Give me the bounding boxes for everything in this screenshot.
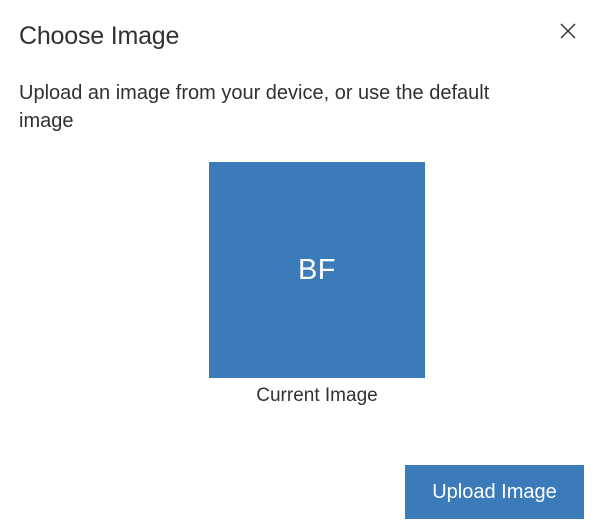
avatar-initials: BF [297,254,337,286]
upload-image-button[interactable]: Upload Image [405,465,584,519]
choose-image-dialog: Choose Image Upload an image from your d… [0,0,607,529]
dialog-description: Upload an image from your device, or use… [19,82,490,132]
close-button[interactable] [552,17,584,49]
close-icon [560,23,576,44]
current-image-caption: Current Image [256,385,378,406]
dialog-title: Choose Image [19,22,180,50]
current-image-avatar: BF [209,162,425,378]
